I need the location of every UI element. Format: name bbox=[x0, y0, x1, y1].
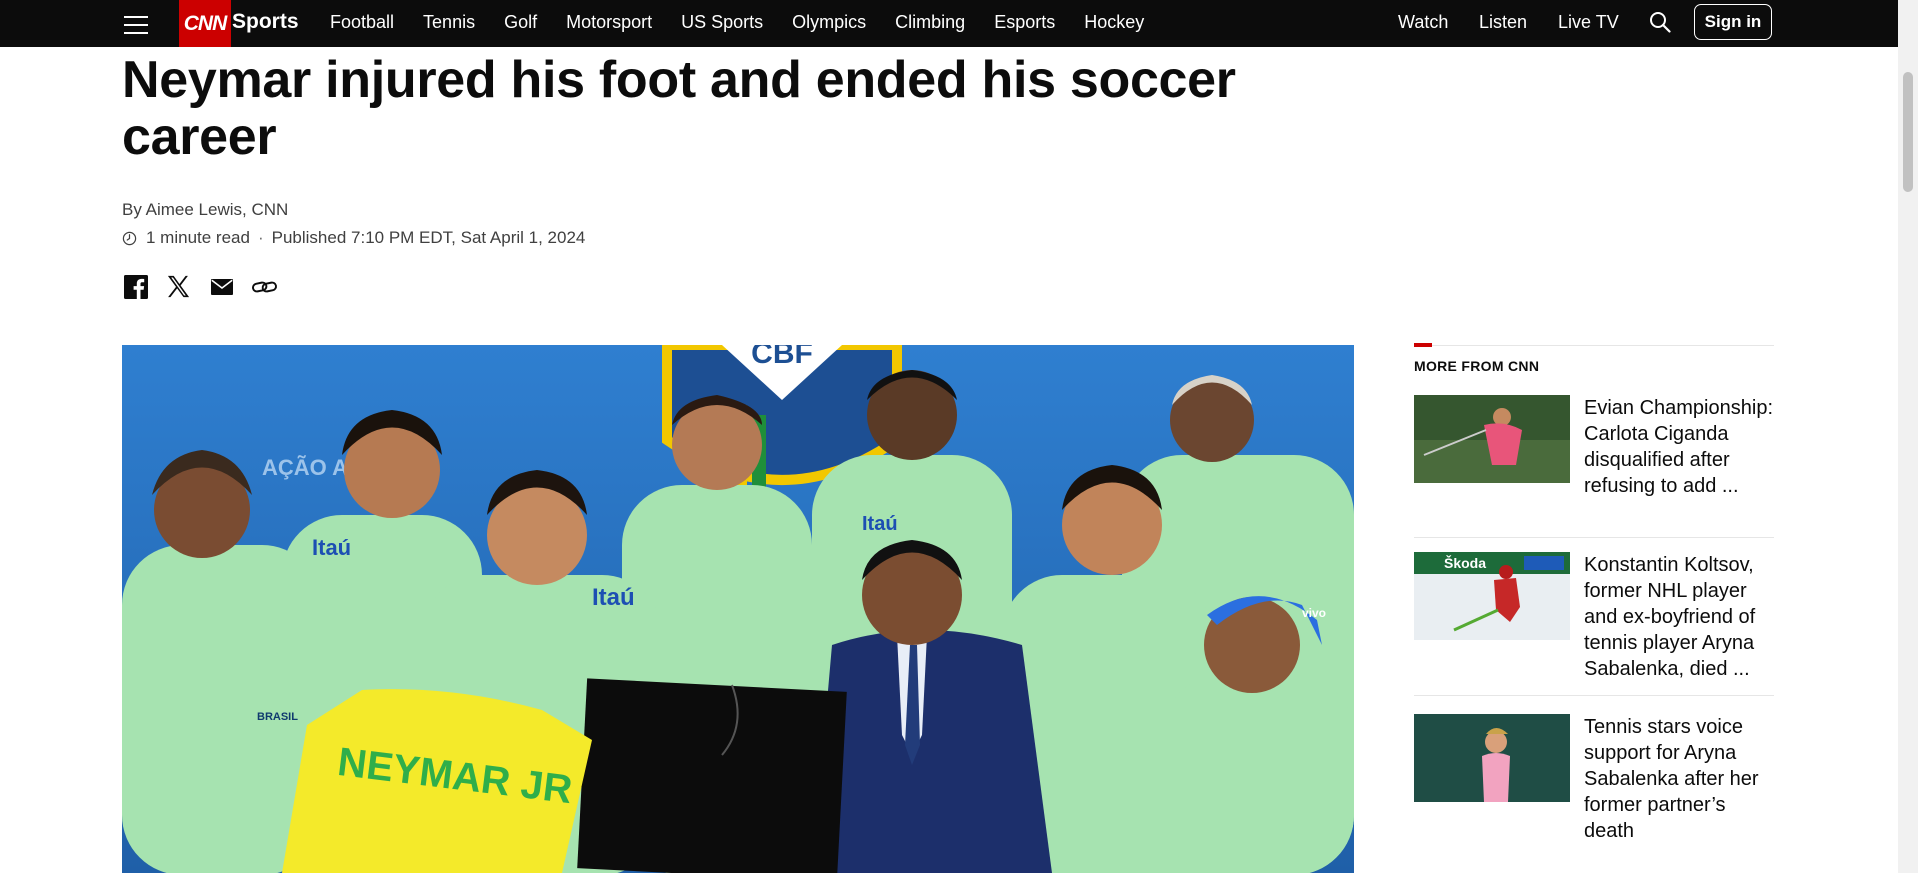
article-byline[interactable]: By Aimee Lewis, CNN bbox=[122, 200, 288, 220]
nav-link-live-tv[interactable]: Live TV bbox=[1558, 12, 1619, 33]
nav-link-motorsport[interactable]: Motorsport bbox=[566, 12, 652, 33]
story-divider bbox=[1414, 695, 1774, 696]
story-thumbnail[interactable] bbox=[1414, 395, 1570, 483]
nav-link-olympics[interactable]: Olympics bbox=[792, 12, 866, 33]
nav-link-hockey[interactable]: Hockey bbox=[1084, 12, 1144, 33]
story-thumbnail[interactable]: Škoda bbox=[1414, 552, 1570, 640]
email-icon[interactable] bbox=[208, 273, 235, 300]
read-time: 1 minute read bbox=[146, 228, 250, 247]
thumbnail-sponsor-text: Škoda bbox=[1444, 554, 1486, 571]
article-hero-image[interactable]: CBF AÇÃO A OL BF bbox=[122, 345, 1354, 873]
article-headline: Neymar injured his foot and ended his so… bbox=[122, 51, 1236, 166]
gift-box bbox=[577, 678, 847, 873]
scrollbar-thumb[interactable] bbox=[1903, 72, 1913, 192]
sidebar-accent-bar bbox=[1414, 343, 1432, 347]
team-photo: CBF AÇÃO A OL BF bbox=[122, 345, 1354, 873]
nav-link-esports[interactable]: Esports bbox=[994, 12, 1055, 33]
nav-link-tennis[interactable]: Tennis bbox=[423, 12, 475, 33]
section-nav: Football Tennis Golf Motorsport US Sport… bbox=[330, 12, 1173, 33]
nav-link-golf[interactable]: Golf bbox=[504, 12, 537, 33]
page-scrollbar[interactable] bbox=[1898, 0, 1918, 873]
x-icon[interactable] bbox=[165, 273, 192, 300]
crest-text: CBF bbox=[751, 345, 813, 370]
sign-in-button[interactable]: Sign in bbox=[1694, 4, 1772, 40]
search-icon[interactable] bbox=[1649, 11, 1671, 33]
top-navigation-bar: CNN Sports Football Tennis Golf Motorspo… bbox=[0, 0, 1898, 47]
cap-brand-text: vivo bbox=[1302, 606, 1326, 620]
tennis-thumbnail bbox=[1414, 714, 1570, 802]
facebook-icon[interactable] bbox=[122, 273, 149, 300]
nav-link-football[interactable]: Football bbox=[330, 12, 394, 33]
clock-icon bbox=[122, 231, 137, 245]
nav-link-us-sports[interactable]: US Sports bbox=[681, 12, 763, 33]
sidebar-divider bbox=[1414, 345, 1774, 346]
article-meta: 1 minute read · Published 7:10 PM EDT, S… bbox=[122, 228, 585, 248]
sponsor-text: Itaú bbox=[312, 535, 351, 560]
story-title[interactable]: Tennis stars voice support for Aryna Sab… bbox=[1584, 714, 1774, 844]
nav-link-listen[interactable]: Listen bbox=[1479, 12, 1527, 33]
hockey-thumbnail: Škoda bbox=[1414, 552, 1570, 640]
nav-link-climbing[interactable]: Climbing bbox=[895, 12, 965, 33]
nav-link-watch[interactable]: Watch bbox=[1398, 12, 1448, 33]
story-title[interactable]: Konstantin Koltsov, former NHL player an… bbox=[1584, 552, 1774, 682]
sidebar-title: MORE FROM CNN bbox=[1414, 358, 1540, 374]
share-bar bbox=[122, 273, 278, 300]
section-title[interactable]: Sports bbox=[232, 10, 299, 34]
crest-label: BRASIL bbox=[257, 711, 298, 723]
menu-icon[interactable] bbox=[124, 12, 148, 34]
story-title[interactable]: Evian Championship: Carlota Ciganda disq… bbox=[1584, 395, 1774, 499]
meta-separator: · bbox=[257, 228, 264, 247]
golf-thumbnail bbox=[1414, 395, 1570, 483]
story-thumbnail[interactable] bbox=[1414, 714, 1570, 802]
story-divider bbox=[1414, 537, 1774, 538]
link-icon[interactable] bbox=[251, 273, 278, 300]
cnn-logo[interactable]: CNN bbox=[179, 0, 231, 47]
published-timestamp: Published 7:10 PM EDT, Sat April 1, 2024 bbox=[271, 228, 586, 247]
yellow-jersey: NEYMAR JR bbox=[282, 689, 592, 873]
svg-text:Itaú: Itaú bbox=[862, 513, 898, 535]
svg-text:Itaú: Itaú bbox=[592, 584, 635, 611]
